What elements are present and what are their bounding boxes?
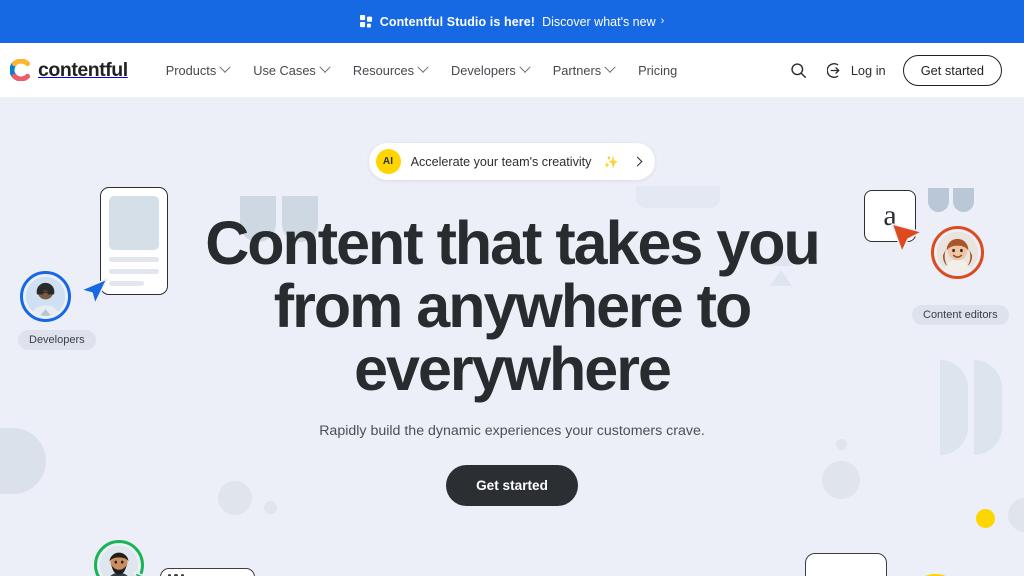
- nav-item-products[interactable]: Products: [154, 57, 242, 84]
- persona-developers: Developers: [18, 187, 188, 367]
- hero-subheadline: Rapidly build the dynamic experiences yo…: [319, 423, 705, 440]
- persona-designers: Designers: [800, 553, 1020, 576]
- sparkle-icon: ✨: [603, 154, 619, 169]
- chevron-down-icon: [519, 61, 531, 73]
- card-text-line: [109, 281, 144, 286]
- cursor-pointer-blue-icon: [80, 278, 108, 305]
- chevron-right-icon: ›: [660, 15, 665, 27]
- grid-blocks-icon: [359, 15, 372, 28]
- chevron-down-icon: [604, 61, 616, 73]
- avatar-image: [26, 277, 65, 316]
- nav-item-use-cases[interactable]: Use Cases: [241, 57, 341, 84]
- nav-item-label: Use Cases: [253, 62, 316, 78]
- card-thumbnail: [109, 196, 159, 250]
- announcement-banner[interactable]: Contentful Studio is here! Discover what…: [0, 0, 1024, 43]
- chevron-right-icon: [632, 156, 643, 167]
- get-started-cta-button[interactable]: Get started: [446, 465, 578, 507]
- persona-marketers: Marketers: [92, 540, 292, 576]
- nav-item-label: Pricing: [638, 62, 678, 78]
- logo-wordmark: contentful: [38, 58, 128, 81]
- nav-item-label: Partners: [552, 62, 602, 78]
- banner-link-label: Discover what's new: [542, 14, 656, 29]
- nav-item-label: Developers: [451, 62, 516, 78]
- nav-item-label: Products: [165, 62, 217, 78]
- persona-tag-content-editors: Content editors: [912, 305, 1009, 325]
- login-button[interactable]: Log in: [826, 62, 886, 79]
- banner-headline: Contentful Studio is here!: [379, 14, 536, 29]
- chevron-down-icon: [219, 61, 231, 73]
- contentful-logo[interactable]: contentful: [10, 59, 128, 82]
- avatar: [20, 271, 71, 322]
- page-title: Content that takes you from anywhere to …: [205, 209, 821, 403]
- search-button[interactable]: [788, 59, 810, 81]
- ai-pill-label: Accelerate your team's creativity: [410, 154, 592, 169]
- browser-video-card: [160, 568, 255, 576]
- ai-promo-pill[interactable]: AI Accelerate your team's creativity ✨: [368, 143, 656, 180]
- persona-tag-developers: Developers: [18, 330, 96, 350]
- deco-yellow-dot: [976, 509, 995, 528]
- login-label: Log in: [850, 62, 886, 78]
- card-text-line: [109, 269, 159, 274]
- chevron-down-icon: [319, 61, 331, 73]
- ai-badge: AI: [375, 149, 401, 174]
- persona-content-editors: a Content editors: [852, 188, 1024, 330]
- deco-quote-shape: [928, 188, 974, 212]
- nav-item-developers[interactable]: Developers: [439, 57, 541, 84]
- nav-item-partners[interactable]: Partners: [541, 57, 626, 84]
- hero-section: AI Accelerate your team's creativity ✨ C…: [0, 98, 1024, 576]
- nav-item-label: Resources: [352, 62, 415, 78]
- nav-links: Products Use Cases Resources Developers …: [154, 57, 690, 84]
- search-icon: [791, 62, 807, 78]
- document-card: [100, 187, 168, 295]
- chevron-down-icon: [417, 61, 429, 73]
- avatar: [931, 226, 984, 279]
- banner-discover-link[interactable]: Discover what's new ›: [542, 15, 664, 29]
- login-arrow-icon: [826, 62, 840, 78]
- image-card: [805, 553, 887, 576]
- avatar-image: [937, 232, 978, 273]
- main-navigation: contentful Products Use Cases Resources …: [0, 43, 1024, 98]
- browser-titlebar: [161, 569, 254, 576]
- get-started-nav-button[interactable]: Get started: [902, 54, 1002, 86]
- nav-item-pricing[interactable]: Pricing: [626, 57, 689, 84]
- nav-item-resources[interactable]: Resources: [341, 57, 439, 84]
- nav-actions: Log in Get started: [788, 54, 1002, 86]
- card-text-line: [109, 257, 159, 262]
- cursor-pointer-orange-icon: [891, 223, 923, 253]
- contentful-c-logo-icon: [10, 59, 30, 81]
